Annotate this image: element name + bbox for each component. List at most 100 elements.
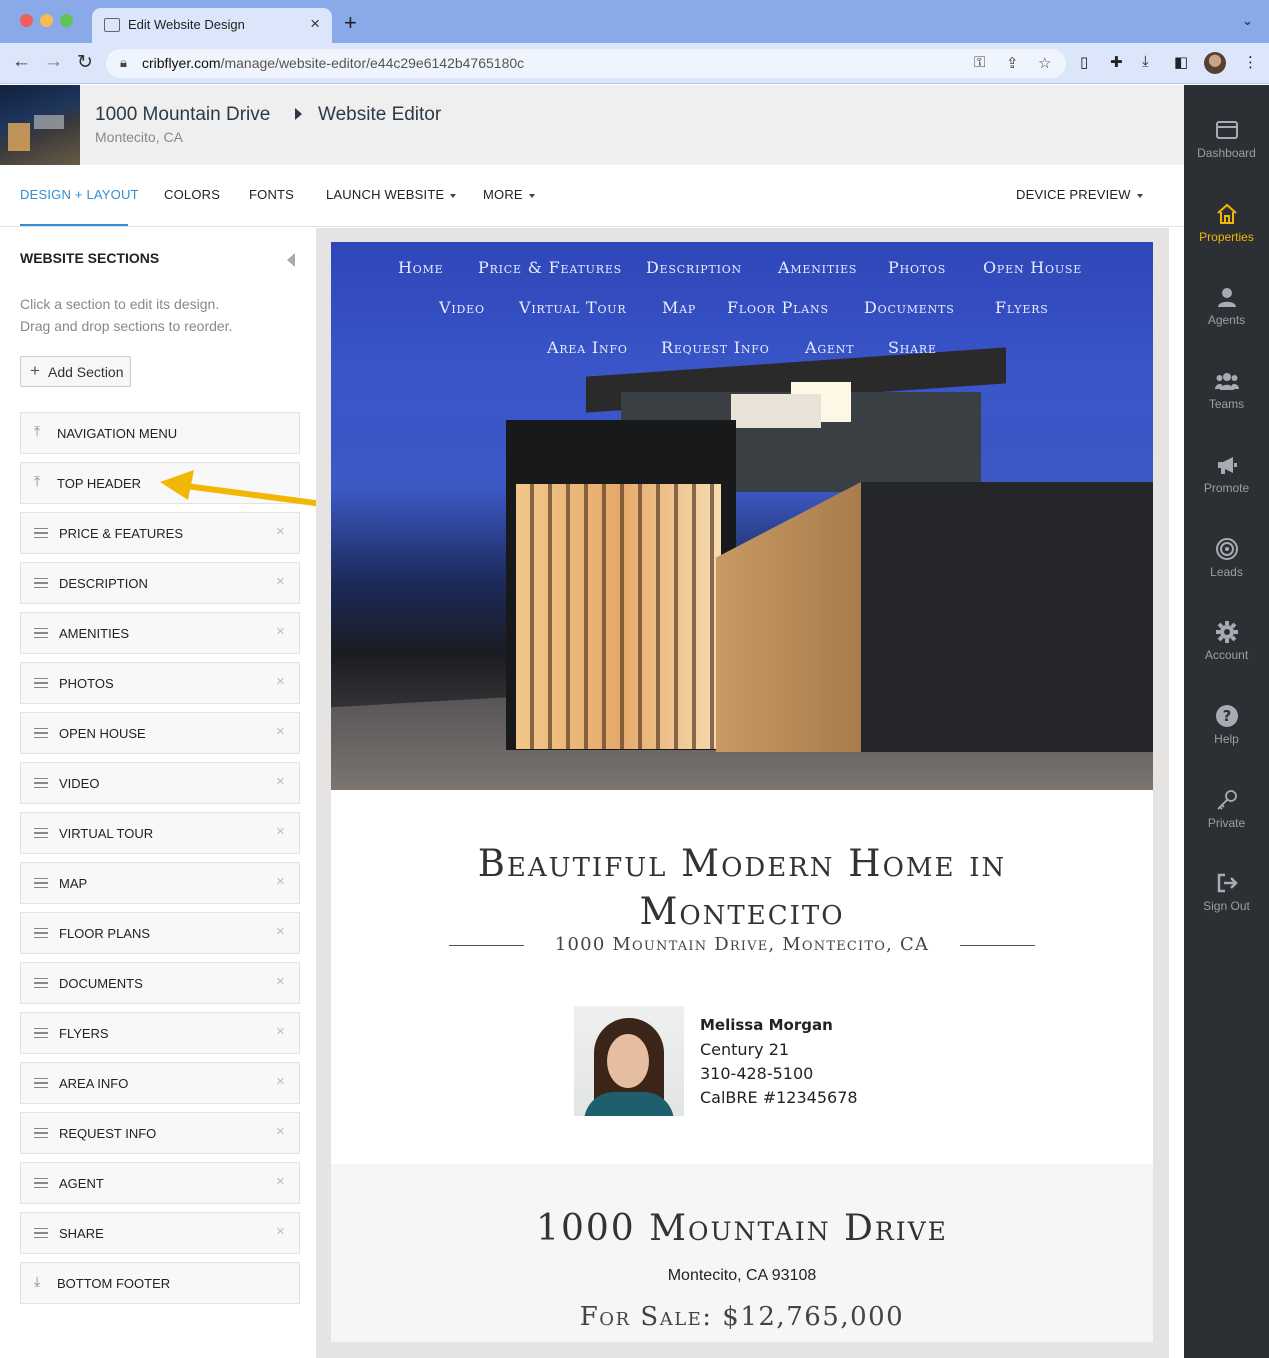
collapse-sidebar-icon[interactable] bbox=[287, 253, 295, 267]
nav-item-sign-out[interactable]: Sign Out bbox=[1184, 871, 1269, 913]
puzzle-extensions-icon[interactable]: ✚ bbox=[1110, 53, 1123, 71]
drag-handle-icon[interactable] bbox=[34, 678, 48, 688]
nav-item-teams[interactable]: Teams bbox=[1184, 369, 1269, 411]
section-item[interactable]: AGENT × bbox=[20, 1162, 300, 1204]
profile-avatar[interactable] bbox=[1204, 52, 1226, 74]
side-panel-icon[interactable]: ◧ bbox=[1174, 53, 1188, 71]
add-section-button[interactable]: + Add Section bbox=[20, 356, 131, 387]
section-item[interactable]: DESCRIPTION × bbox=[20, 562, 300, 604]
more-dropdown[interactable]: MORE bbox=[483, 187, 535, 202]
remove-section-icon[interactable]: × bbox=[276, 673, 285, 690]
site-nav-link[interactable]: Share bbox=[888, 338, 937, 357]
drag-handle-icon[interactable] bbox=[34, 628, 48, 638]
remove-section-icon[interactable]: × bbox=[276, 723, 285, 740]
share-icon[interactable]: ⇪ bbox=[1006, 54, 1019, 72]
close-tab-icon[interactable]: × bbox=[310, 14, 320, 34]
hero-image[interactable]: Home Price & Features Description Amenities… bbox=[331, 242, 1153, 790]
section-item[interactable]: DOCUMENTS × bbox=[20, 962, 300, 1004]
drag-handle-icon[interactable] bbox=[34, 528, 48, 538]
browser-menu-icon[interactable]: ⋮ bbox=[1243, 53, 1258, 71]
tab-colors[interactable]: COLORS bbox=[164, 187, 220, 202]
site-nav-link[interactable]: Area Info bbox=[547, 338, 628, 357]
drag-handle-icon[interactable] bbox=[34, 1078, 48, 1088]
section-item[interactable]: SHARE × bbox=[20, 1212, 300, 1254]
site-nav-link[interactable]: Virtual Tour bbox=[519, 298, 626, 317]
tab-design-layout[interactable]: DESIGN + LAYOUT bbox=[20, 187, 139, 202]
remove-section-icon[interactable]: × bbox=[276, 823, 285, 840]
bookmark-star-icon[interactable]: ☆ bbox=[1038, 54, 1051, 72]
nav-item-account[interactable]: Account bbox=[1184, 620, 1269, 662]
drag-handle-icon[interactable] bbox=[34, 578, 48, 588]
site-nav-link[interactable]: Open House bbox=[983, 258, 1082, 277]
section-item[interactable]: MAP × bbox=[20, 862, 300, 904]
remove-section-icon[interactable]: × bbox=[276, 573, 285, 590]
site-nav-link[interactable]: Floor Plans bbox=[727, 298, 829, 317]
nav-item-help[interactable]: ? Help bbox=[1184, 704, 1269, 746]
password-key-icon[interactable]: ⚿ bbox=[974, 54, 985, 71]
website-preview[interactable]: Home Price & Features Description Amenities… bbox=[331, 242, 1153, 1342]
nav-item-properties[interactable]: Properties bbox=[1184, 202, 1269, 244]
new-tab-button[interactable]: + bbox=[344, 10, 357, 36]
property-thumbnail[interactable] bbox=[0, 85, 80, 165]
drag-handle-icon[interactable] bbox=[34, 778, 48, 788]
section-item[interactable]: VIDEO × bbox=[20, 762, 300, 804]
tab-search-chevron-icon[interactable]: ⌄ bbox=[1242, 13, 1253, 29]
launch-website-dropdown[interactable]: LAUNCH WEBSITE bbox=[326, 187, 457, 202]
remove-section-icon[interactable]: × bbox=[276, 1173, 285, 1190]
remove-section-icon[interactable]: × bbox=[276, 923, 285, 940]
close-window-button[interactable] bbox=[20, 14, 33, 27]
minimize-window-button[interactable] bbox=[40, 14, 53, 27]
section-item[interactable]: FLYERS × bbox=[20, 1012, 300, 1054]
section-item[interactable]: PHOTOS × bbox=[20, 662, 300, 704]
reload-icon[interactable]: ↻ bbox=[77, 51, 93, 74]
drag-handle-icon[interactable] bbox=[34, 878, 48, 888]
nav-item-leads[interactable]: Leads bbox=[1184, 537, 1269, 579]
drag-handle-icon[interactable] bbox=[34, 1178, 48, 1188]
section-item[interactable]: AREA INFO × bbox=[20, 1062, 300, 1104]
device-preview-dropdown[interactable]: DEVICE PREVIEW bbox=[1016, 187, 1143, 202]
nav-item-dashboard[interactable]: Dashboard bbox=[1184, 118, 1269, 160]
section-item[interactable]: ⤓ BOTTOM FOOTER bbox=[20, 1262, 300, 1304]
property-title[interactable]: 1000 Mountain Drive bbox=[95, 104, 270, 126]
remove-section-icon[interactable]: × bbox=[276, 873, 285, 890]
download-icon[interactable]: ⤓ bbox=[1142, 53, 1149, 70]
browser-tab[interactable]: Edit Website Design × bbox=[92, 8, 332, 43]
drag-handle-icon[interactable] bbox=[34, 1128, 48, 1138]
nav-item-agents[interactable]: Agents bbox=[1184, 285, 1269, 327]
site-nav-link[interactable]: Map bbox=[662, 298, 696, 317]
site-nav-link[interactable]: Description bbox=[646, 258, 742, 277]
drag-handle-icon[interactable] bbox=[34, 978, 48, 988]
remove-section-icon[interactable]: × bbox=[276, 1223, 285, 1240]
site-nav-link[interactable]: Documents bbox=[864, 298, 955, 317]
remove-section-icon[interactable]: × bbox=[276, 973, 285, 990]
section-item[interactable]: VIRTUAL TOUR × bbox=[20, 812, 300, 854]
remove-section-icon[interactable]: × bbox=[276, 773, 285, 790]
drag-handle-icon[interactable] bbox=[34, 728, 48, 738]
nav-item-promote[interactable]: Promote bbox=[1184, 453, 1269, 495]
nav-item-private[interactable]: Private bbox=[1184, 788, 1269, 830]
forward-arrow-icon[interactable]: → bbox=[44, 51, 63, 73]
drag-handle-icon[interactable] bbox=[34, 828, 48, 838]
extension-icon[interactable]: ▯ bbox=[1080, 53, 1088, 71]
section-item[interactable]: OPEN HOUSE × bbox=[20, 712, 300, 754]
tab-fonts[interactable]: FONTS bbox=[249, 187, 294, 202]
site-nav-link[interactable]: Amenities bbox=[778, 258, 857, 277]
section-item[interactable]: REQUEST INFO × bbox=[20, 1112, 300, 1154]
section-item[interactable]: ⤒ NAVIGATION MENU bbox=[20, 412, 300, 454]
remove-section-icon[interactable]: × bbox=[276, 1073, 285, 1090]
site-nav-link[interactable]: Price & Features bbox=[478, 258, 622, 277]
site-nav-link[interactable]: Photos bbox=[888, 258, 946, 277]
drag-handle-icon[interactable] bbox=[34, 1228, 48, 1238]
drag-handle-icon[interactable] bbox=[34, 1028, 48, 1038]
site-nav-link[interactable]: Home bbox=[398, 258, 443, 277]
back-arrow-icon[interactable]: ← bbox=[12, 51, 31, 73]
section-item[interactable]: FLOOR PLANS × bbox=[20, 912, 300, 954]
remove-section-icon[interactable]: × bbox=[276, 1023, 285, 1040]
zoom-window-button[interactable] bbox=[60, 14, 73, 27]
section-item[interactable]: AMENITIES × bbox=[20, 612, 300, 654]
site-nav-link[interactable]: Agent bbox=[805, 338, 854, 357]
site-nav-link[interactable]: Flyers bbox=[995, 298, 1049, 317]
remove-section-icon[interactable]: × bbox=[276, 1123, 285, 1140]
site-nav-link[interactable]: Video bbox=[439, 298, 485, 317]
remove-section-icon[interactable]: × bbox=[276, 623, 285, 640]
